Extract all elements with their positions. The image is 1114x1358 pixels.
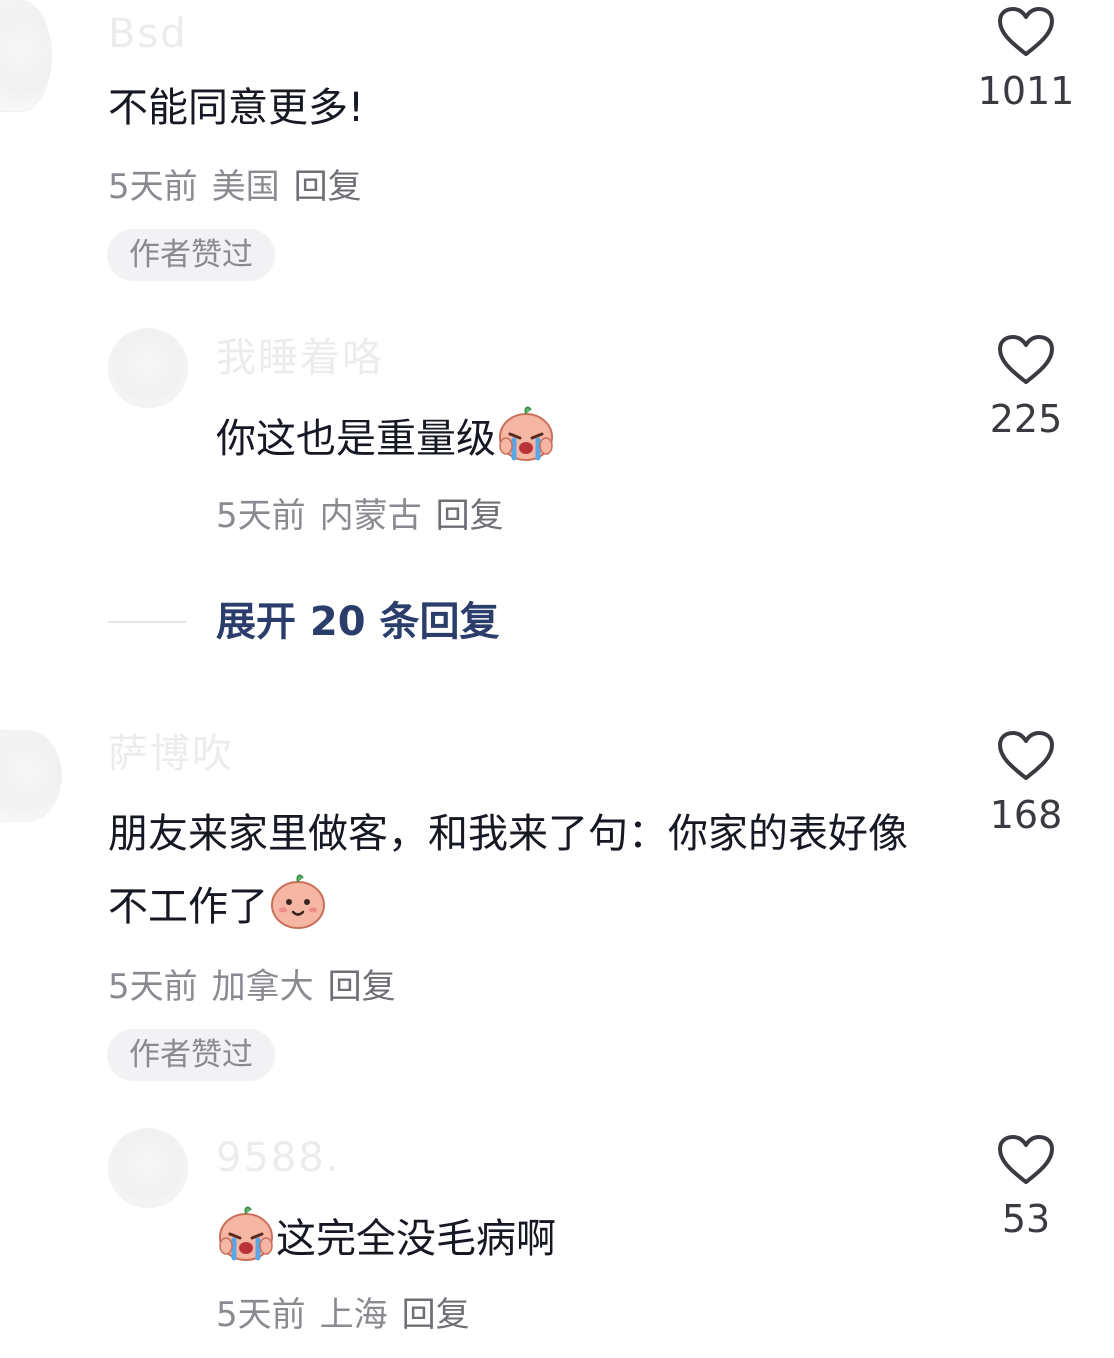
avatar[interactable] bbox=[108, 328, 188, 408]
username[interactable]: 我睡着咯 bbox=[216, 338, 384, 378]
comment-location: 加拿大 bbox=[211, 967, 314, 1007]
author-liked-badge: 作者赞过 bbox=[107, 229, 275, 281]
comment-text: 不能同意更多! bbox=[108, 85, 365, 131]
comment-location: 内蒙古 bbox=[319, 496, 422, 536]
like-count: 1011 bbox=[977, 69, 1075, 113]
comment-meta: 5天前 上海 回复 bbox=[216, 1298, 484, 1332]
username[interactable]: 萨博吹 bbox=[108, 734, 234, 774]
like-button[interactable]: 1011 bbox=[966, 6, 1086, 110]
comment-time: 5天前 bbox=[216, 496, 306, 536]
smiling-face-emoji bbox=[271, 874, 325, 929]
expand-divider bbox=[108, 621, 186, 623]
crying-face-emoji bbox=[219, 1206, 273, 1261]
comment-meta: 5天前 美国 回复 bbox=[108, 170, 376, 204]
reply-button[interactable]: 回复 bbox=[402, 1295, 470, 1335]
like-count: 225 bbox=[989, 397, 1063, 441]
author-liked-badge: 作者赞过 bbox=[107, 1029, 275, 1081]
expand-replies-button[interactable]: 展开 20 条回复 bbox=[216, 602, 500, 642]
comment-meta: 5天前 内蒙古 回复 bbox=[216, 499, 518, 533]
avatar[interactable] bbox=[0, 0, 52, 112]
avatar[interactable] bbox=[0, 730, 62, 822]
username[interactable]: 9588. bbox=[216, 1138, 341, 1178]
comment-location: 上海 bbox=[319, 1295, 388, 1335]
heart-icon bbox=[998, 335, 1054, 384]
comment-text: 朋友来家里做客，和我来了句：你家的表好像不工作了 bbox=[108, 811, 908, 930]
reply-button[interactable]: 回复 bbox=[328, 967, 396, 1007]
heart-icon bbox=[998, 1135, 1054, 1184]
like-button[interactable]: 53 bbox=[966, 1134, 1086, 1238]
comment-location: 美国 bbox=[211, 167, 280, 207]
comment-text: 你这也是重量级 bbox=[216, 402, 556, 475]
heart-icon bbox=[998, 7, 1054, 56]
like-count: 53 bbox=[1001, 1197, 1051, 1241]
reply-button[interactable]: 回复 bbox=[294, 167, 362, 207]
like-button[interactable]: 168 bbox=[966, 730, 1086, 834]
comment-meta: 5天前 加拿大 回复 bbox=[108, 970, 410, 1004]
like-button[interactable]: 225 bbox=[966, 334, 1086, 438]
username[interactable]: Bsd bbox=[108, 14, 188, 54]
comment-text: 这完全没毛病啊 bbox=[216, 1202, 556, 1275]
heart-icon bbox=[998, 731, 1054, 780]
crying-face-emoji bbox=[499, 406, 553, 461]
comment-time: 5天前 bbox=[108, 967, 198, 1007]
avatar[interactable] bbox=[108, 1128, 188, 1208]
comment-time: 5天前 bbox=[216, 1295, 306, 1335]
like-count: 168 bbox=[989, 793, 1063, 837]
comment-time: 5天前 bbox=[108, 167, 198, 207]
reply-button[interactable]: 回复 bbox=[436, 496, 504, 536]
